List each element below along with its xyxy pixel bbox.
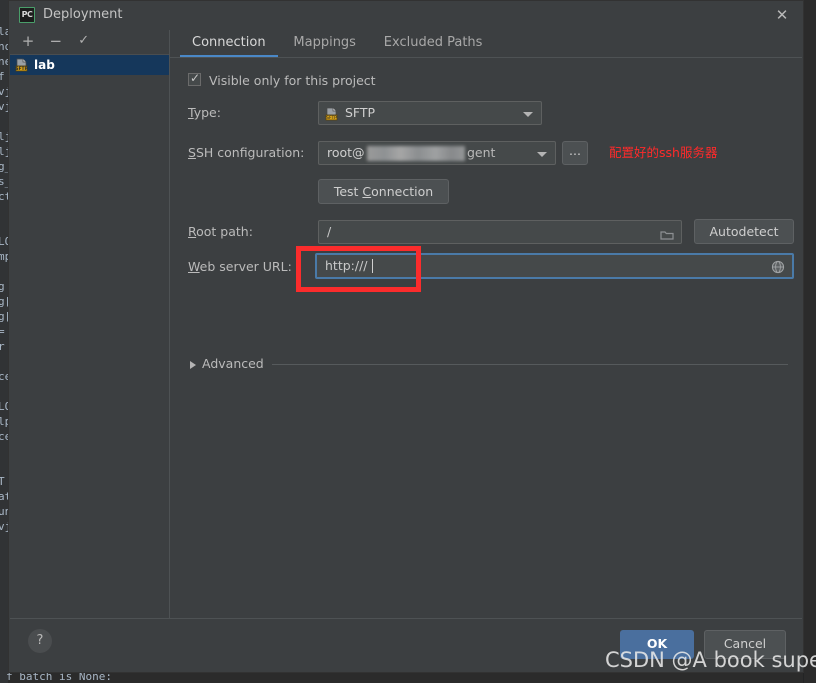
connection-settings-panel: Connection Mappings Excluded Paths Visib… [170, 30, 802, 620]
sftp-server-icon: SFTP [15, 58, 29, 72]
advanced-label[interactable]: Advanced [202, 354, 264, 374]
ssh-configuration-value-prefix: root@ [327, 145, 365, 160]
ssh-configuration-value-suffix: gent [467, 145, 496, 160]
folder-icon[interactable] [660, 226, 674, 248]
ssh-configuration-label: SSH configuration: [188, 145, 305, 160]
sftp-icon: SFTP [325, 106, 339, 128]
add-server-button[interactable]: + [16, 30, 40, 52]
redacted-host-block [367, 146, 465, 161]
deployment-servers-panel: + − ✓ SFTP lab [10, 30, 170, 620]
servers-toolbar: + − ✓ [10, 30, 169, 55]
web-server-url-value: http:/// [325, 258, 368, 273]
pycharm-icon: PC [19, 7, 35, 23]
close-icon[interactable]: ✕ [773, 7, 791, 25]
tab-excluded-paths[interactable]: Excluded Paths [372, 30, 495, 56]
autodetect-button[interactable]: Autodetect [694, 219, 794, 244]
root-path-value: / [327, 224, 332, 239]
visible-only-label: Visible only for this project [209, 73, 376, 88]
chevron-down-icon [523, 112, 533, 117]
visible-only-checkbox[interactable] [188, 71, 201, 86]
help-button[interactable]: ? [28, 629, 52, 653]
type-combobox-value: SFTP [345, 105, 376, 120]
settings-tabs: Connection Mappings Excluded Paths [170, 30, 802, 58]
server-list-item-lab[interactable]: SFTP lab [10, 55, 169, 75]
type-combobox[interactable]: SFTP SFTP [318, 101, 542, 125]
test-connection-button[interactable]: Test Connection [318, 179, 449, 204]
ssh-configuration-browse-button[interactable]: ... [562, 141, 588, 165]
root-path-input[interactable]: / [318, 220, 682, 244]
tab-mappings[interactable]: Mappings [281, 30, 368, 56]
deployment-dialog: PC Deployment ✕ + − ✓ SFTP lab Connectio… [8, 0, 804, 673]
root-path-label: Root path: [188, 224, 253, 239]
ssh-configuration-combobox[interactable]: root@ gent [318, 141, 556, 165]
web-server-url-label: Web server URL: [188, 259, 292, 274]
advanced-separator [272, 364, 788, 365]
svg-text:SFTP: SFTP [326, 115, 337, 121]
ssh-annotation-text: 配置好的ssh服务器 [609, 145, 718, 160]
set-default-server-button[interactable]: ✓ [72, 30, 96, 52]
chevron-right-icon[interactable] [190, 361, 196, 369]
chevron-down-icon [537, 152, 547, 157]
tab-connection[interactable]: Connection [180, 30, 278, 57]
svg-text:SFTP: SFTP [15, 66, 28, 72]
advanced-section-header[interactable]: Advanced [188, 354, 788, 376]
server-list: SFTP lab [10, 55, 169, 75]
type-label: Type: [188, 105, 221, 120]
server-list-item-label: lab [34, 58, 55, 72]
dialog-title-bar: PC Deployment ✕ [9, 1, 803, 30]
dialog-title: Deployment [43, 7, 123, 22]
web-server-url-input[interactable]: http:/// [315, 253, 794, 279]
text-caret [372, 259, 373, 273]
remove-server-button[interactable]: − [44, 30, 68, 52]
editor-right-edge [803, 0, 816, 683]
globe-icon[interactable] [771, 259, 785, 281]
watermark-text: CSDN @A book super [605, 648, 816, 672]
